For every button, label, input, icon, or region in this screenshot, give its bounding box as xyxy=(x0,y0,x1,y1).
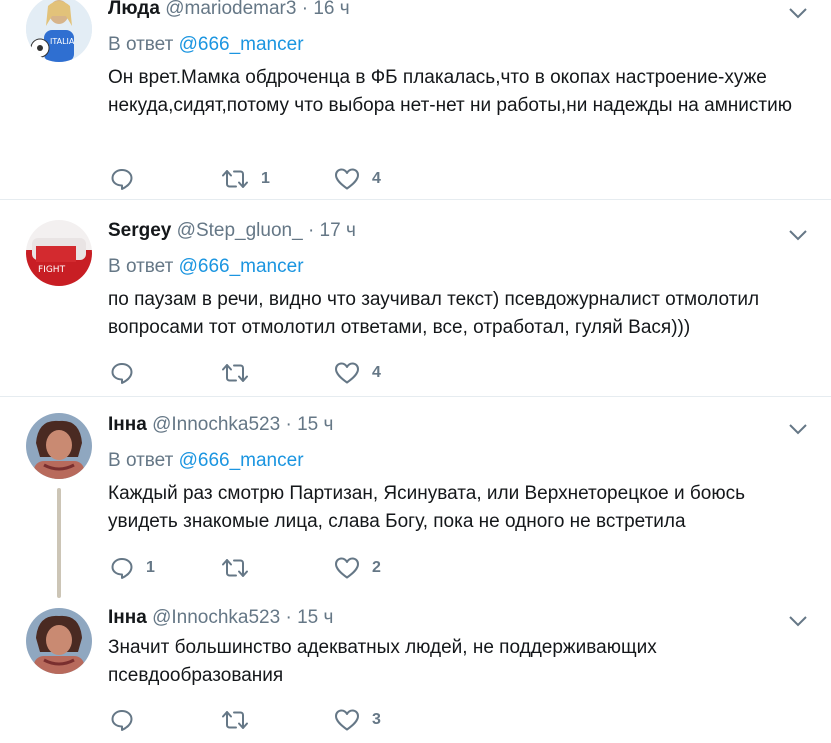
tweet[interactable]: Інна @Innochka523 · 15 ч В ответ @666_ma… xyxy=(0,397,831,597)
tweet-header: Люда @mariodemar3 · 16 ч xyxy=(108,0,350,20)
like-action[interactable]: 3 xyxy=(334,707,381,733)
retweet-action[interactable] xyxy=(221,707,261,733)
chevron-down-icon[interactable] xyxy=(788,614,808,627)
reply-context: В ответ @666_mancer xyxy=(108,256,304,278)
reply-mention[interactable]: @666_mancer xyxy=(179,256,304,277)
reply-mention[interactable]: @666_mancer xyxy=(179,34,304,55)
tweet-text: Каждый раз смотрю Партизан, Ясинувата, и… xyxy=(108,483,746,532)
user-name[interactable]: Люда xyxy=(108,0,160,19)
reply-prefix: В ответ xyxy=(108,256,174,277)
separator-dot: · xyxy=(285,607,292,628)
separator-dot: · xyxy=(285,414,292,435)
heart-icon xyxy=(335,362,359,384)
user-name[interactable]: Інна xyxy=(108,607,147,628)
retweet-action[interactable] xyxy=(221,360,261,386)
user-handle[interactable]: @mariodemar3 xyxy=(165,0,296,19)
reply-action[interactable] xyxy=(110,360,146,386)
tweet-header: Інна @Innochka523 · 15 ч xyxy=(108,607,333,629)
reply-context: В ответ @666_mancer xyxy=(108,450,304,472)
like-action[interactable]: 4 xyxy=(334,360,381,386)
reply-prefix: В ответ xyxy=(108,34,174,55)
avatar[interactable]: ITALIA xyxy=(26,0,92,62)
timestamp[interactable]: 15 ч xyxy=(297,607,333,628)
like-action[interactable]: 4 xyxy=(334,166,381,192)
chevron-down-icon[interactable] xyxy=(788,422,808,435)
reply-context: В ответ @666_mancer xyxy=(108,34,304,56)
retweet-action[interactable] xyxy=(221,555,261,581)
tweet[interactable]: Інна @Innochka523 · 15 ч Значит большинс… xyxy=(0,598,831,743)
svg-text:ITALIA: ITALIA xyxy=(50,37,75,46)
reply-action[interactable]: 1 xyxy=(110,555,155,581)
reply-icon xyxy=(111,558,133,579)
tweet-text: Он врет.Мамка обдроченца в ФБ плакалась,… xyxy=(108,67,792,116)
reply-icon xyxy=(111,169,133,190)
retweet-icon xyxy=(222,170,248,188)
chevron-down-icon[interactable] xyxy=(788,228,808,241)
avatar[interactable] xyxy=(26,608,92,674)
heart-icon xyxy=(335,557,359,579)
reply-prefix: В ответ xyxy=(108,450,174,471)
tweet[interactable]: ITALIA Люда @mariodemar3 · 16 ч В ответ … xyxy=(0,0,831,199)
retweet-action[interactable]: 1 xyxy=(221,166,270,192)
tweet-header: Інна @Innochka523 · 15 ч xyxy=(108,414,333,436)
retweet-icon xyxy=(222,711,248,729)
user-handle[interactable]: @Innochka523 xyxy=(152,414,280,435)
chevron-down-icon[interactable] xyxy=(788,6,808,19)
user-name[interactable]: Sergey xyxy=(108,220,171,241)
tweet-text: Значит большинство адекватных людей, не … xyxy=(108,637,657,686)
separator-dot: · xyxy=(301,0,309,19)
heart-icon xyxy=(335,168,359,190)
reply-count: 1 xyxy=(146,559,155,576)
like-count: 4 xyxy=(372,364,381,381)
separator-dot: · xyxy=(307,220,315,241)
reply-action[interactable] xyxy=(110,707,146,733)
reply-icon xyxy=(111,710,133,731)
user-name[interactable]: Інна xyxy=(108,414,147,435)
reply-mention[interactable]: @666_mancer xyxy=(179,450,304,471)
like-action[interactable]: 2 xyxy=(334,555,381,581)
retweet-icon xyxy=(222,559,248,577)
user-handle[interactable]: @Step_gluon_ xyxy=(177,220,303,241)
heart-icon xyxy=(335,709,359,731)
timestamp[interactable]: 16 ч xyxy=(313,0,349,19)
svg-text:FIGHT: FIGHT xyxy=(38,265,66,275)
avatar[interactable]: FIGHT xyxy=(26,220,92,286)
reply-icon xyxy=(111,363,133,384)
timestamp[interactable]: 17 ч xyxy=(320,220,356,241)
tweet-text: по паузам в речи, видно что заучивал тек… xyxy=(108,289,760,338)
tweet[interactable]: FIGHT Sergey @Step_gluon_ · 17 ч В ответ… xyxy=(0,200,831,396)
like-count: 4 xyxy=(372,170,381,187)
tweet-header: Sergey @Step_gluon_ · 17 ч xyxy=(108,220,356,242)
timestamp[interactable]: 15 ч xyxy=(297,414,333,435)
reply-action[interactable] xyxy=(110,166,146,192)
retweet-count: 1 xyxy=(261,170,270,187)
avatar[interactable] xyxy=(26,413,92,479)
retweet-icon xyxy=(222,364,248,382)
like-count: 3 xyxy=(372,711,381,728)
user-handle[interactable]: @Innochka523 xyxy=(152,607,280,628)
like-count: 2 xyxy=(372,559,381,576)
